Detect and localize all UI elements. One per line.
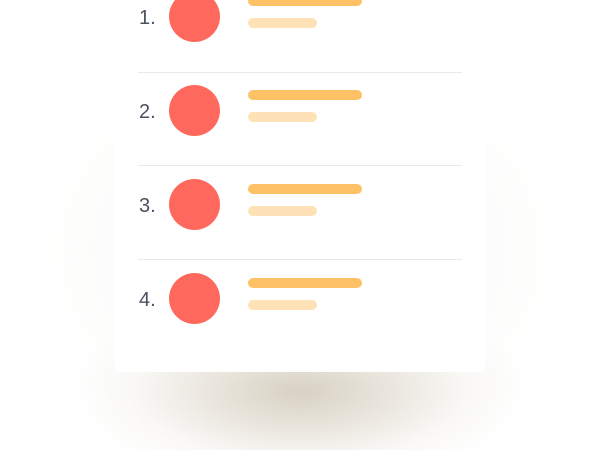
- avatar-placeholder: [169, 179, 220, 230]
- title-placeholder-bar: [248, 184, 362, 194]
- avatar-placeholder: [169, 273, 220, 324]
- title-placeholder-bar: [248, 0, 362, 6]
- list-item-number: 4.: [139, 289, 156, 311]
- list-item[interactable]: 3.: [114, 159, 486, 253]
- subtitle-placeholder-bar: [248, 206, 317, 216]
- list-item-number: 1.: [139, 7, 156, 29]
- list-item-number: 3.: [139, 195, 156, 217]
- title-placeholder-bar: [248, 90, 362, 100]
- avatar-placeholder: [169, 85, 220, 136]
- list-card: 1. 2. 3. 4.: [114, 0, 486, 372]
- numbered-list: 1. 2. 3. 4.: [114, 0, 486, 372]
- list-item[interactable]: 1.: [114, 0, 486, 65]
- title-placeholder-bar: [248, 278, 362, 288]
- subtitle-placeholder-bar: [248, 112, 317, 122]
- subtitle-placeholder-bar: [248, 300, 317, 310]
- list-item-number: 2.: [139, 101, 156, 123]
- list-item[interactable]: 4.: [114, 253, 486, 347]
- avatar-placeholder: [169, 0, 220, 42]
- subtitle-placeholder-bar: [248, 18, 317, 28]
- list-item[interactable]: 2.: [114, 65, 486, 159]
